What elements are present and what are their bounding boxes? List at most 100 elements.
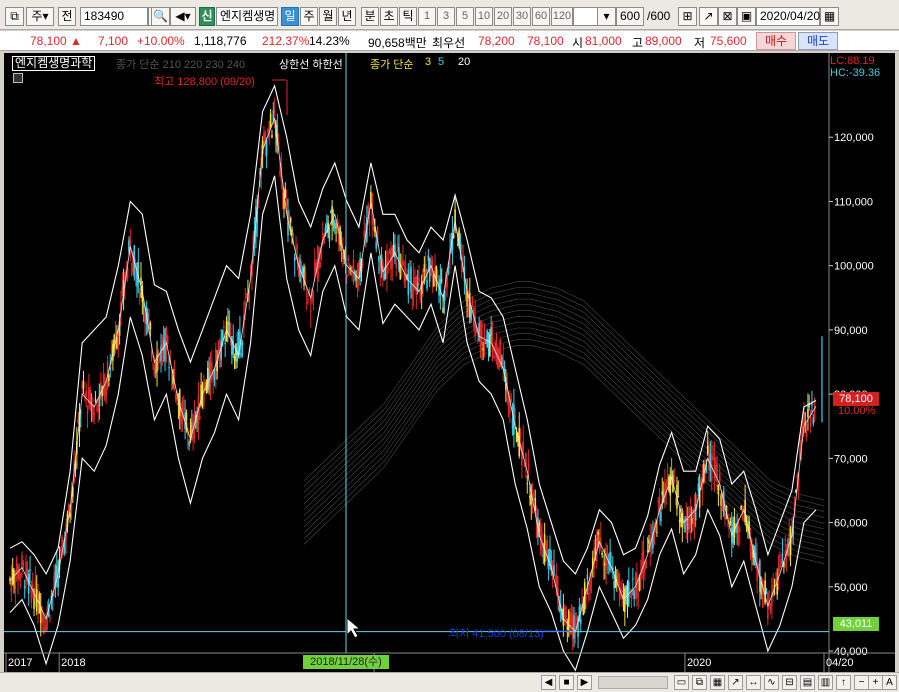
candle-body <box>108 375 110 382</box>
text-icon[interactable]: A <box>882 675 897 690</box>
candle-body <box>491 335 494 351</box>
interval-tab[interactable]: 60 <box>532 7 550 26</box>
candle-body <box>432 274 435 286</box>
candle-body <box>82 380 85 389</box>
candle-body <box>42 617 45 622</box>
draw-icon[interactable]: ↗ <box>699 7 718 26</box>
candle-body <box>240 353 243 355</box>
interval-tab[interactable]: 30 <box>513 7 531 26</box>
candle-body <box>579 618 582 625</box>
table-icon[interactable]: ▥ <box>818 675 833 690</box>
speaker-icon[interactable]: ◀▾ <box>170 7 196 26</box>
high-label: 고 <box>632 36 644 50</box>
candle-body <box>319 261 321 268</box>
measure-icon[interactable]: ↔ <box>746 675 761 690</box>
copy-icon[interactable]: ⧉ <box>692 675 707 690</box>
scroll-thumb[interactable] <box>598 676 668 689</box>
y-tick-label: 70,000 <box>834 453 868 465</box>
period-tab[interactable]: 년 <box>338 7 356 26</box>
quote-bar: 78,100 ▲ 7,100 +10.00% 1,118,776 212.37%… <box>0 31 899 51</box>
scroll-right-icon[interactable]: ▶ <box>577 675 592 690</box>
stop-icon[interactable]: ■ <box>559 675 574 690</box>
high-price: 89,000 <box>645 34 682 48</box>
candle-body <box>291 229 293 233</box>
candle-body <box>185 412 188 421</box>
window-icon[interactable]: ⧉ <box>5 7 24 26</box>
candle-body <box>229 322 232 339</box>
zoom-in-icon[interactable]: ↑ <box>836 675 851 690</box>
candle-body <box>138 293 141 297</box>
candle-body <box>22 562 25 566</box>
period-tab[interactable]: 일 <box>281 7 299 26</box>
period-tab[interactable]: 월 <box>319 7 337 26</box>
interval-tab[interactable]: 3 <box>437 7 455 26</box>
candle-body <box>527 463 530 469</box>
interval-tab[interactable]: 120 <box>551 7 573 26</box>
legend-ma-20: 20 <box>458 56 471 68</box>
crop-icon[interactable]: ⊠ <box>718 7 737 26</box>
date-input[interactable]: 2020/04/20 <box>756 7 820 26</box>
scroll-left-icon[interactable]: ◀ <box>541 675 556 690</box>
candle-icon[interactable]: ⊞ <box>678 7 697 26</box>
period-tab[interactable]: 분 <box>361 7 379 26</box>
market-label[interactable]: 전 <box>58 7 76 26</box>
view-icon[interactable]: ▦ <box>710 675 725 690</box>
candle-body <box>585 596 587 599</box>
sin-badge: 신 <box>199 7 215 26</box>
buy-button[interactable]: 매수 <box>756 32 796 50</box>
candle-body <box>677 496 680 498</box>
split-icon[interactable]: ⊟ <box>782 675 797 690</box>
candle-body <box>402 259 404 267</box>
price-chart[interactable]: 120,000110,000100,00090,00080,00070,0006… <box>4 53 895 672</box>
candle-body <box>198 416 201 420</box>
fit-icon[interactable]: ▭ <box>674 675 689 690</box>
candle-body <box>481 322 483 346</box>
grid-toggle-icon[interactable] <box>13 73 23 83</box>
grid-icon[interactable]: ▤ <box>800 675 815 690</box>
candle-body <box>436 275 439 277</box>
period-tab[interactable]: 틱 <box>399 7 417 26</box>
save-icon[interactable]: ▣ <box>737 7 756 26</box>
wave-icon[interactable]: ∿ <box>764 675 779 690</box>
stock-name[interactable]: 엔지켐생명 <box>216 7 278 26</box>
candle-body <box>489 333 491 357</box>
candle-body <box>29 569 31 571</box>
candle-body <box>245 296 248 298</box>
candle-body <box>718 472 721 482</box>
interval-tab[interactable]: 10 <box>475 7 493 26</box>
interval-tab[interactable]: 1 <box>418 7 436 26</box>
trend-icon[interactable]: ↗ <box>728 675 743 690</box>
period-dropdown-icon[interactable]: ▾ <box>597 7 616 26</box>
chart-scrollbar[interactable]: ◀ ■ ▶ ▭ ⧉ ▦ ↗ ↔ ∿ ⊟ ▤ ▥ ↑ − + A <box>0 672 899 692</box>
type-select[interactable]: 주▾ <box>26 7 54 26</box>
calendar-icon[interactable]: ▦ <box>820 7 839 26</box>
count-input[interactable]: 600 <box>616 7 644 26</box>
candle-body <box>149 322 152 330</box>
candle-body <box>23 586 26 588</box>
up-arrow-icon: ▲ <box>70 34 82 48</box>
interval-tab[interactable]: 5 <box>456 7 474 26</box>
minus-icon[interactable]: − <box>854 675 869 690</box>
mouse-cursor-icon <box>346 616 362 639</box>
candle-body <box>271 135 273 138</box>
period-tab[interactable]: 초 <box>380 7 398 26</box>
code-input[interactable]: 183490 <box>80 7 148 26</box>
interval-tab[interactable]: 20 <box>494 7 512 26</box>
candle-body <box>152 364 154 366</box>
high-marker-label: 최고 128,800 (09/20) <box>154 76 255 88</box>
low-label: 저 <box>694 36 706 50</box>
candle-body <box>59 547 62 553</box>
chart-canvas[interactable]: 120,000110,000100,00090,00080,00070,0006… <box>4 53 895 672</box>
candle-body <box>809 415 812 427</box>
period-tab[interactable]: 주 <box>300 7 318 26</box>
sell-button[interactable]: 매도 <box>798 32 838 50</box>
search-icon[interactable]: 🔍 <box>151 7 170 26</box>
candle-body <box>510 399 513 402</box>
candle-body <box>89 390 91 408</box>
candle-body <box>333 220 336 229</box>
candle-body <box>312 294 315 296</box>
y-tick-label: 50,000 <box>834 582 868 594</box>
candle-body <box>660 511 662 522</box>
candle-body <box>601 552 603 556</box>
plus-icon[interactable]: + <box>868 675 883 690</box>
